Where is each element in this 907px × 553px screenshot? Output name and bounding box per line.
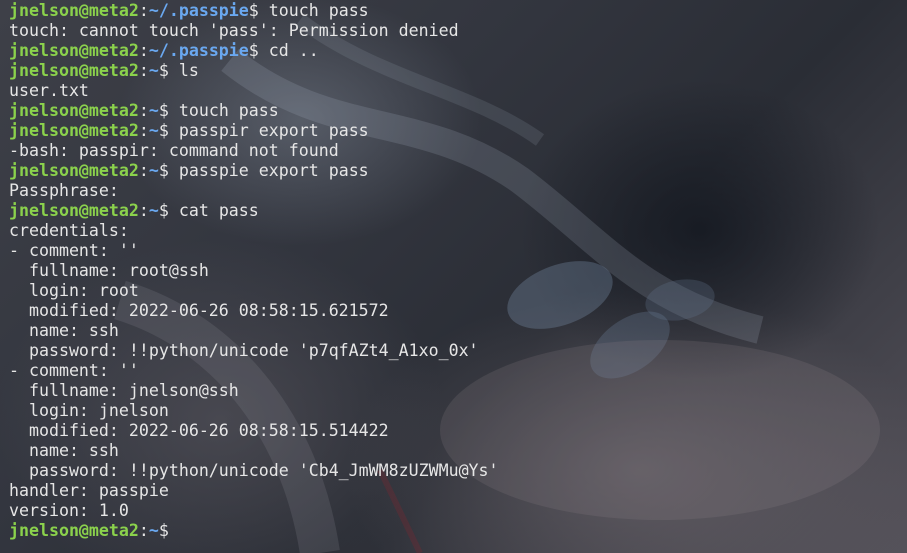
output-line: user.txt: [9, 81, 89, 100]
prompt-line: jnelson@meta2:~$: [9, 521, 499, 541]
output-line: - comment: '': [9, 361, 139, 380]
prompt-separator: :: [138, 521, 149, 540]
prompt-user: jnelson@meta2: [9, 41, 139, 60]
prompt-symbol: $: [248, 1, 269, 20]
prompt-line: jnelson@meta2:~/.passpie$ touch pass: [9, 1, 499, 21]
command-text: ls: [178, 61, 199, 80]
prompt-separator: :: [138, 121, 149, 140]
prompt-user: jnelson@meta2: [9, 521, 139, 540]
output-line: handler: passpie: [9, 481, 169, 500]
output-line: password: !!python/unicode 'Cb4_JmWM8zUZ…: [9, 461, 499, 480]
prompt-separator: :: [138, 1, 149, 20]
prompt-line: jnelson@meta2:~$ touch pass: [9, 101, 499, 121]
prompt-separator: :: [138, 201, 149, 220]
terminal-output[interactable]: jnelson@meta2:~/.passpie$ touch pass touc…: [9, 1, 499, 541]
output-line: modified: 2022-06-26 08:58:15.621572: [9, 301, 389, 320]
prompt-path: ~: [148, 201, 159, 220]
prompt-path: ~: [148, 61, 159, 80]
terminal-window[interactable]: jnelson@meta2:~/.passpie$ touch pass touc…: [0, 0, 907, 553]
command-text: passpie export pass: [178, 161, 369, 180]
output-line: Passphrase:: [9, 181, 119, 200]
prompt-line: jnelson@meta2:~$ passpir export pass: [9, 121, 499, 141]
output-line: modified: 2022-06-26 08:58:15.514422: [9, 421, 389, 440]
output-line: - comment: '': [9, 241, 139, 260]
prompt-path: ~: [148, 521, 159, 540]
prompt-user: jnelson@meta2: [9, 121, 139, 140]
prompt-symbol: $: [158, 521, 179, 540]
prompt-path: ~/.passpie: [148, 1, 249, 20]
prompt-user: jnelson@meta2: [9, 201, 139, 220]
prompt-symbol: $: [158, 61, 179, 80]
output-line: touch: cannot touch 'pass': Permission d…: [9, 21, 459, 40]
prompt-symbol: $: [158, 101, 179, 120]
prompt-user: jnelson@meta2: [9, 61, 139, 80]
command-text: passpir export pass: [178, 121, 369, 140]
prompt-line: jnelson@meta2:~/.passpie$ cd ..: [9, 41, 499, 61]
prompt-path: ~/.passpie: [148, 41, 249, 60]
prompt-separator: :: [138, 61, 149, 80]
output-line: password: !!python/unicode 'p7qfAZt4_A1x…: [9, 341, 479, 360]
output-line: fullname: root@ssh: [9, 261, 209, 280]
prompt-symbol: $: [248, 41, 269, 60]
prompt-path: ~: [148, 161, 159, 180]
command-text: touch pass: [178, 101, 279, 120]
prompt-separator: :: [138, 101, 149, 120]
prompt-user: jnelson@meta2: [9, 161, 139, 180]
output-line: -bash: passpir: command not found: [9, 141, 339, 160]
output-line: version: 1.0: [9, 501, 129, 520]
output-line: fullname: jnelson@ssh: [9, 381, 239, 400]
command-text: touch pass: [268, 1, 369, 20]
prompt-path: ~: [148, 121, 159, 140]
prompt-path: ~: [148, 101, 159, 120]
prompt-symbol: $: [158, 201, 179, 220]
output-line: name: ssh: [9, 321, 119, 340]
prompt-line: jnelson@meta2:~$ cat pass: [9, 201, 499, 221]
output-line: credentials:: [9, 221, 129, 240]
output-line: login: jnelson: [9, 401, 169, 420]
prompt-symbol: $: [158, 161, 179, 180]
prompt-separator: :: [138, 161, 149, 180]
prompt-user: jnelson@meta2: [9, 1, 139, 20]
prompt-symbol: $: [158, 121, 179, 140]
prompt-separator: :: [138, 41, 149, 60]
prompt-user: jnelson@meta2: [9, 101, 139, 120]
command-text: cd ..: [268, 41, 319, 60]
prompt-line: jnelson@meta2:~$ passpie export pass: [9, 161, 499, 181]
output-line: login: root: [9, 281, 139, 300]
prompt-line: jnelson@meta2:~$ ls: [9, 61, 499, 81]
command-text: cat pass: [178, 201, 259, 220]
output-line: name: ssh: [9, 441, 119, 460]
